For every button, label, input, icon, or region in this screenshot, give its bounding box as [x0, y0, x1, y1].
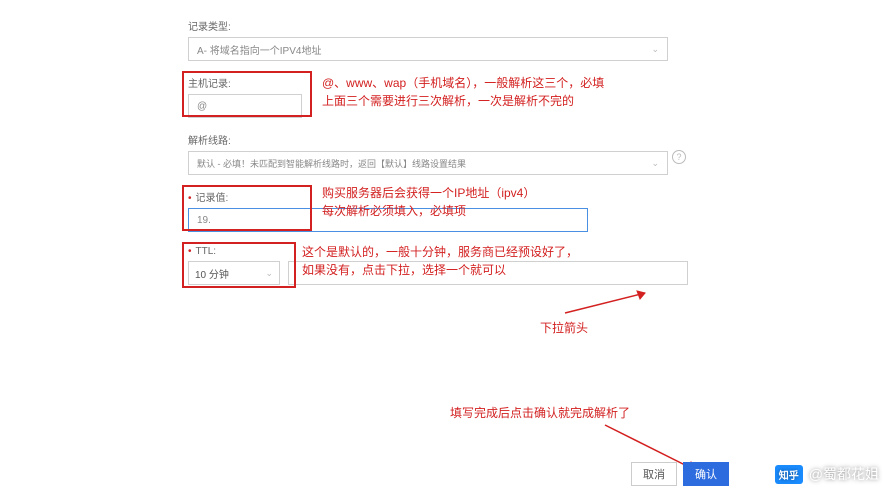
ttl-annot-1: 这个是默认的，一般十分钟，服务商已经预设好了， [302, 244, 578, 261]
cancel-button[interactable]: 取消 [631, 462, 677, 486]
ttl-annot-2: 如果没有，点击下拉，选择一个就可以 [302, 262, 506, 279]
recval-annot-1: 购买服务器后会获得一个IP地址（ipv4） [322, 185, 535, 202]
ttl-group: TTL: 10 分钟 ⌄ 这个是默认的，一般十分钟，服务商已经预设好了， 如果没… [188, 246, 688, 285]
record-type-value: A- 将域名指向一个IPV4地址 [197, 42, 321, 57]
route-group: 解析线路: 默认 - 必填！未匹配到智能解析线路时，返回【默认】线路设置结果 ⌄… [188, 132, 688, 175]
record-value-value: 19. [197, 215, 211, 226]
recval-annot-2: 每次解析必须填入，必填项 [322, 203, 466, 220]
host-record-value: @ [197, 101, 207, 112]
host-annot-1: @、www、wap（手机域名），一般解析这三个，必填 [322, 75, 604, 92]
host-record-input[interactable]: @ [188, 94, 302, 118]
record-type-group: 记录类型: A- 将域名指向一个IPV4地址 ⌄ [188, 18, 688, 61]
zhihu-logo: 知乎 [775, 465, 803, 484]
chevron-down-icon: ⌄ [651, 44, 659, 55]
route-value: 默认 - 必填！未匹配到智能解析线路时，返回【默认】线路设置结果 [197, 157, 466, 170]
host-annot-2: 上面三个需要进行三次解析，一次是解析不完的 [322, 93, 574, 110]
record-type-select[interactable]: A- 将域名指向一个IPV4地址 ⌄ [188, 37, 668, 61]
help-icon[interactable]: ? [672, 150, 686, 164]
button-row: 取消 确认 [631, 462, 729, 486]
chevron-down-icon: ⌄ [651, 158, 659, 169]
watermark-author: @蜀都花姐 [809, 464, 879, 484]
route-label: 解析线路: [188, 132, 688, 147]
watermark: 知乎 @蜀都花姐 [775, 464, 879, 484]
dropdown-arrow-annot: 下拉箭头 [540, 320, 588, 337]
dns-form: 记录类型: A- 将域名指向一个IPV4地址 ⌄ 主机记录: @ ? @、www… [188, 18, 688, 299]
record-value-group: 记录值: 19. 购买服务器后会获得一个IP地址（ipv4） 每次解析必须填入，… [188, 189, 688, 232]
host-record-group: 主机记录: @ ? @、www、wap（手机域名），一般解析这三个，必填 上面三… [188, 75, 688, 118]
ttl-select[interactable]: 10 分钟 ⌄ [188, 261, 280, 285]
chevron-down-icon: ⌄ [265, 268, 273, 279]
confirm-button[interactable]: 确认 [683, 462, 729, 486]
arrow-icon [560, 288, 660, 318]
ttl-value: 10 分钟 [195, 266, 229, 281]
record-type-label: 记录类型: [188, 18, 688, 33]
route-select[interactable]: 默认 - 必填！未匹配到智能解析线路时，返回【默认】线路设置结果 ⌄ [188, 151, 668, 175]
